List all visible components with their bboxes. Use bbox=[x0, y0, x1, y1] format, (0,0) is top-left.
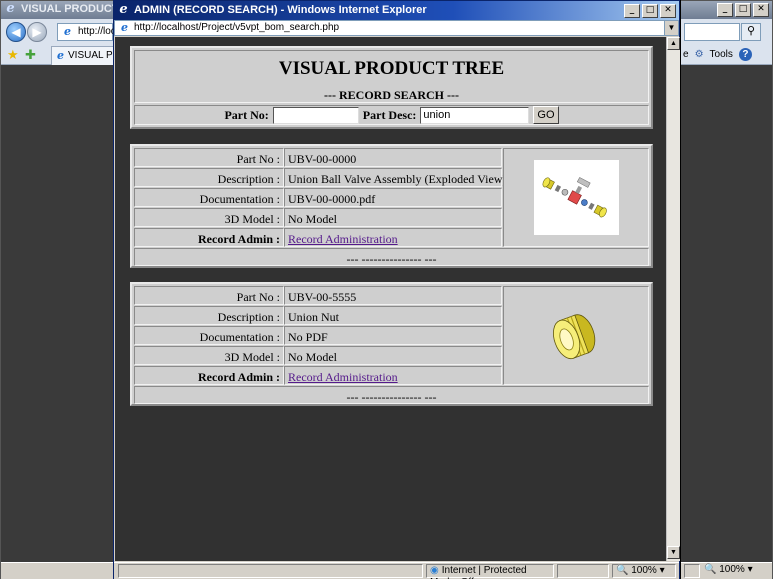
documentation-value: UBV-00-0000.pdf bbox=[284, 188, 502, 207]
header-cell: VISUAL PRODUCT TREE --- RECORD SEARCH --… bbox=[134, 50, 649, 103]
close-button[interactable]: ✕ bbox=[753, 3, 769, 17]
record-admin-link[interactable]: Record Administration bbox=[288, 370, 398, 384]
record-admin-label: Record Admin : bbox=[134, 228, 284, 247]
description-value: Union Ball Valve Assembly (Exploded View… bbox=[284, 168, 506, 187]
zoom-icon: 🔍 bbox=[616, 565, 629, 576]
header-panel: VISUAL PRODUCT TREE --- RECORD SEARCH --… bbox=[130, 46, 653, 129]
model-3d-label: 3D Model : bbox=[134, 208, 284, 227]
ie-icon: e bbox=[121, 21, 128, 34]
ie-icon: e bbox=[57, 49, 64, 62]
record-footer: --- --------------- --- bbox=[134, 248, 649, 266]
security-zone[interactable]: ◉Internet | Protected Mode: Off bbox=[426, 564, 554, 579]
record-panel: Part No : UBV-00-5555 Description : Unio… bbox=[130, 282, 653, 406]
page-content: VISUAL PRODUCT TREE --- RECORD SEARCH --… bbox=[115, 37, 666, 561]
part-no-label: Part No : bbox=[134, 148, 284, 167]
part-no-label: Part No: bbox=[224, 107, 269, 122]
popup-minimize-button[interactable]: _ bbox=[624, 4, 640, 18]
popup-zoom-level[interactable]: 🔍 100% ▾ bbox=[612, 564, 676, 578]
part-desc-input[interactable] bbox=[420, 106, 530, 124]
valve-assembly-image[interactable] bbox=[533, 160, 619, 235]
popup-browser-window: e ADMIN (RECORD SEARCH) - Windows Intern… bbox=[113, 0, 680, 579]
description-label: Description : bbox=[134, 168, 284, 187]
go-button[interactable]: GO bbox=[533, 106, 559, 124]
description-label: Description : bbox=[134, 306, 284, 325]
ie-icon: e bbox=[6, 1, 15, 16]
model-3d-label: 3D Model : bbox=[134, 346, 284, 365]
documentation-value: No PDF bbox=[284, 326, 502, 345]
part-no-value: UBV-00-5555 bbox=[284, 286, 502, 305]
record-footer: --- --------------- --- bbox=[134, 386, 649, 404]
popup-window-title: ADMIN (RECORD SEARCH) - Windows Internet… bbox=[134, 4, 427, 16]
page-menu-fragment[interactable]: e bbox=[683, 49, 689, 60]
back-button[interactable]: ◀ bbox=[6, 22, 26, 42]
background-zoom-level[interactable]: 🔍 100% ▾ bbox=[704, 564, 753, 575]
model-3d-value: No Model bbox=[284, 346, 502, 365]
status-text-segment bbox=[118, 564, 423, 578]
popup-title-bar[interactable]: e ADMIN (RECORD SEARCH) - Windows Intern… bbox=[114, 1, 679, 20]
chevron-down-icon[interactable]: ▼ bbox=[664, 21, 678, 35]
popup-close-button[interactable]: ✕ bbox=[660, 4, 676, 18]
add-favorite-icon[interactable]: ✚ bbox=[25, 47, 36, 63]
background-tab[interactable]: e VISUAL PROD bbox=[51, 46, 117, 65]
minimize-button[interactable]: _ bbox=[717, 3, 733, 17]
part-desc-label: Part Desc: bbox=[362, 107, 417, 122]
record-admin-cell: Record Administration bbox=[284, 366, 502, 385]
popup-url: http://localhost/Project/v5vpt_bom_searc… bbox=[134, 22, 340, 33]
part-image-cell bbox=[503, 148, 649, 247]
popup-maximize-button[interactable]: □ bbox=[642, 4, 658, 18]
gear-icon: ⚙ bbox=[694, 49, 704, 60]
popup-address-bar[interactable]: e http://localhost/Project/v5vpt_bom_sea… bbox=[114, 20, 679, 36]
record-admin-link[interactable]: Record Administration bbox=[288, 232, 398, 246]
vertical-scrollbar[interactable]: ▲ ▼ bbox=[666, 37, 680, 561]
record-admin-cell: Record Administration bbox=[284, 228, 502, 247]
part-no-input[interactable] bbox=[272, 106, 359, 124]
description-value: Union Nut bbox=[284, 306, 502, 325]
protected-mode-segment bbox=[557, 564, 609, 578]
background-address-bar[interactable]: e http://loc bbox=[57, 23, 116, 41]
page-title: VISUAL PRODUCT TREE bbox=[278, 58, 505, 79]
ie-icon: e bbox=[64, 25, 71, 38]
background-status-segment bbox=[684, 564, 700, 578]
globe-icon: ◉ bbox=[430, 565, 439, 576]
part-image-cell bbox=[503, 286, 649, 385]
tools-menu[interactable]: Tools bbox=[710, 49, 733, 60]
background-toolbar: e ⚙ Tools ? bbox=[683, 48, 752, 61]
scroll-down-arrow-icon[interactable]: ▼ bbox=[667, 546, 680, 559]
ie-icon: e bbox=[119, 2, 128, 17]
forward-button[interactable]: ▶ bbox=[27, 22, 47, 42]
help-icon[interactable]: ? bbox=[738, 48, 752, 61]
maximize-button[interactable]: □ bbox=[735, 3, 751, 17]
page-subtitle: --- RECORD SEARCH --- bbox=[324, 88, 459, 102]
union-nut-image[interactable] bbox=[546, 306, 606, 366]
record-admin-label: Record Admin : bbox=[134, 366, 284, 385]
search-form: Part No: Part Desc: GO bbox=[134, 105, 649, 125]
part-no-label: Part No : bbox=[134, 286, 284, 305]
popup-status-bar: ◉Internet | Protected Mode: Off 🔍 100% ▾ bbox=[114, 562, 679, 579]
scroll-up-arrow-icon[interactable]: ▲ bbox=[667, 37, 680, 50]
model-3d-value: No Model bbox=[284, 208, 502, 227]
favorites-star-icon[interactable]: ★ bbox=[7, 47, 19, 63]
background-search-box[interactable] bbox=[684, 23, 740, 41]
search-icon[interactable]: ⚲ bbox=[741, 23, 761, 41]
record-panel: Part No : UBV-00-0000 Description : Unio… bbox=[130, 144, 653, 268]
part-no-value: UBV-00-0000 bbox=[284, 148, 502, 167]
documentation-label: Documentation : bbox=[134, 326, 284, 345]
documentation-label: Documentation : bbox=[134, 188, 284, 207]
